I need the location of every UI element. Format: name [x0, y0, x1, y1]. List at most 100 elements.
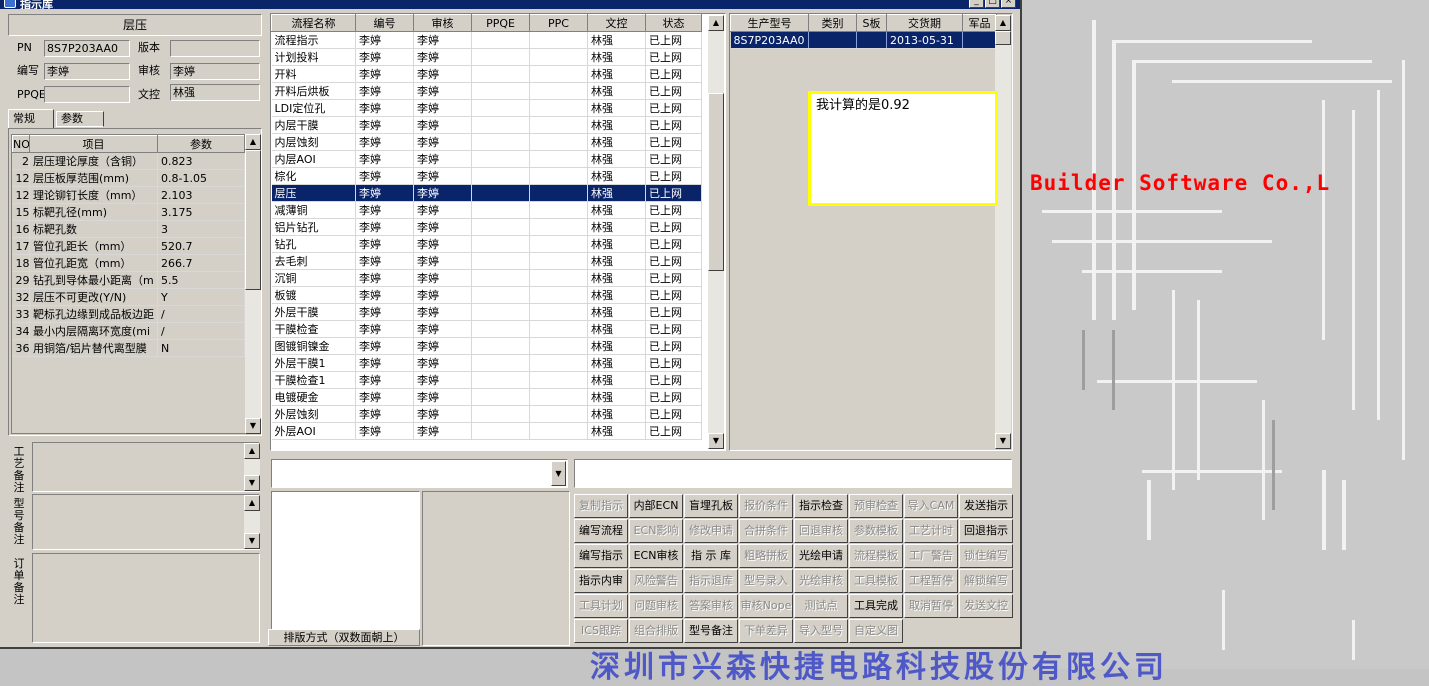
- process-row[interactable]: LDI定位孔 李婷 李婷 林强 已上网: [271, 99, 702, 117]
- order-note-field[interactable]: [32, 553, 260, 643]
- scroll-down-icon[interactable]: ▼: [244, 533, 260, 549]
- action-button[interactable]: 指 示 库: [684, 544, 738, 568]
- action-button[interactable]: 指示检查: [794, 494, 848, 518]
- scroll-down-icon[interactable]: ▼: [244, 475, 260, 491]
- tab-params[interactable]: 参数: [56, 111, 104, 127]
- combo-right[interactable]: [574, 459, 1012, 488]
- action-button[interactable]: 型号录入: [739, 569, 793, 593]
- param-row[interactable]: 16 标靶孔数 3: [12, 220, 245, 238]
- production-col-header[interactable]: 生产型号: [730, 14, 809, 32]
- process-col-header[interactable]: 编号: [355, 14, 414, 32]
- process-row[interactable]: 外层蚀刻 李婷 李婷 林强 已上网: [271, 405, 702, 423]
- action-button[interactable]: 风险警告: [629, 569, 683, 593]
- param-row[interactable]: 17 管位孔距长（mm） 520.7: [12, 237, 245, 255]
- process-row[interactable]: 计划投料 李婷 李婷 林强 已上网: [271, 48, 702, 66]
- process-row[interactable]: 干膜检查1 李婷 李婷 林强 已上网: [271, 371, 702, 389]
- process-row[interactable]: 板镀 李婷 李婷 林强 已上网: [271, 286, 702, 304]
- scroll-thumb[interactable]: [245, 150, 261, 290]
- scroll-up-icon[interactable]: ▲: [244, 443, 260, 459]
- action-button[interactable]: 编写指示: [574, 544, 628, 568]
- close-button[interactable]: ×: [1001, 0, 1016, 8]
- action-button[interactable]: 问题审核: [629, 594, 683, 618]
- param-row[interactable]: 33 靶标孔边缘到成品板边距 /: [12, 305, 245, 323]
- action-button[interactable]: 盲埋孔板: [684, 494, 738, 518]
- maximize-button[interactable]: □: [985, 0, 1000, 8]
- action-button[interactable]: 自定义图: [849, 619, 903, 643]
- action-button[interactable]: 预审检查: [849, 494, 903, 518]
- doc-control-field[interactable]: 林强: [170, 84, 260, 101]
- action-button[interactable]: 导入型号: [794, 619, 848, 643]
- model-note-field[interactable]: [32, 494, 260, 550]
- action-button[interactable]: 修改申请: [684, 519, 738, 543]
- process-row[interactable]: 内层蚀刻 李婷 李婷 林强 已上网: [271, 133, 702, 151]
- action-button[interactable]: 导入CAM: [904, 494, 958, 518]
- action-button[interactable]: ECN影响: [629, 519, 683, 543]
- scroll-down-icon[interactable]: ▼: [708, 433, 724, 449]
- action-button[interactable]: 工艺计时: [904, 519, 958, 543]
- action-button[interactable]: 参数模板: [849, 519, 903, 543]
- process-row[interactable]: 图镀铜镍金 李婷 李婷 林强 已上网: [271, 337, 702, 355]
- action-button[interactable]: 下单差异: [739, 619, 793, 643]
- process-col-header[interactable]: PPC: [529, 14, 588, 32]
- production-col-header[interactable]: 类别: [808, 14, 857, 32]
- process-row[interactable]: 开料 李婷 李婷 林强 已上网: [271, 65, 702, 83]
- process-row[interactable]: 内层AOI 李婷 李婷 林强 已上网: [271, 150, 702, 168]
- action-button[interactable]: ECN审核: [629, 544, 683, 568]
- action-button[interactable]: 工具完成: [849, 594, 903, 618]
- production-scrollbar[interactable]: ▲ ▼: [995, 15, 1011, 449]
- param-row[interactable]: 12 层压板厚范围(mm) 0.8-1.05: [12, 169, 245, 187]
- action-button[interactable]: 组合排版: [629, 619, 683, 643]
- param-row[interactable]: 18 管位孔距宽（mm） 266.7: [12, 254, 245, 272]
- process-row[interactable]: 开料后烘板 李婷 李婷 林强 已上网: [271, 82, 702, 100]
- action-button[interactable]: 报价条件: [739, 494, 793, 518]
- process-note-field[interactable]: [32, 442, 260, 492]
- note-popup[interactable]: 我计算的是0.92: [808, 91, 998, 206]
- process-row[interactable]: 外层干膜1 李婷 李婷 林强 已上网: [271, 354, 702, 372]
- production-col-header[interactable]: 军品: [962, 14, 997, 32]
- action-button[interactable]: 回退指示: [959, 519, 1013, 543]
- param-row[interactable]: 2 层压理论厚度（含铜） 0.823: [12, 152, 245, 170]
- dropdown-arrow-icon[interactable]: ▼: [551, 461, 566, 486]
- action-button[interactable]: 解锁编写: [959, 569, 1013, 593]
- action-button[interactable]: 工具模板: [849, 569, 903, 593]
- process-col-header[interactable]: PPQE: [471, 14, 530, 32]
- process-note-scrollbar[interactable]: ▲ ▼: [244, 443, 260, 491]
- action-button[interactable]: 复制指示: [574, 494, 628, 518]
- action-button[interactable]: 指示退库: [684, 569, 738, 593]
- process-row[interactable]: 减薄铜 李婷 李婷 林强 已上网: [271, 201, 702, 219]
- param-row[interactable]: 32 层压不可更改(Y/N) Y: [12, 288, 245, 306]
- param-row[interactable]: 36 用铜箔/铝片替代离型膜 N: [12, 339, 245, 357]
- col-item[interactable]: 项目: [29, 135, 158, 153]
- model-note-scrollbar[interactable]: ▲ ▼: [244, 495, 260, 549]
- action-button[interactable]: 锁住编写: [959, 544, 1013, 568]
- version-field[interactable]: [170, 40, 260, 57]
- reviewer-field[interactable]: 李婷: [170, 63, 260, 80]
- production-col-header[interactable]: S板: [856, 14, 887, 32]
- param-row[interactable]: 15 标靶孔径(mm) 3.175: [12, 203, 245, 221]
- action-button[interactable]: 编写流程: [574, 519, 628, 543]
- process-scrollbar[interactable]: ▲ ▼: [708, 15, 724, 449]
- action-button[interactable]: 光绘申请: [794, 544, 848, 568]
- scroll-up-icon[interactable]: ▲: [244, 495, 260, 511]
- action-button[interactable]: 答案审核: [684, 594, 738, 618]
- process-col-header[interactable]: 状态: [645, 14, 702, 32]
- action-button[interactable]: 取消暂停: [904, 594, 958, 618]
- process-row[interactable]: 外层AOI 李婷 李婷 林强 已上网: [271, 422, 702, 440]
- action-button[interactable]: 指示内审: [574, 569, 628, 593]
- action-button[interactable]: 内部ECN: [629, 494, 683, 518]
- params-scrollbar[interactable]: ▲ ▼: [245, 134, 261, 434]
- process-row[interactable]: 层压 李婷 李婷 林强 已上网: [271, 184, 702, 202]
- scroll-up-icon[interactable]: ▲: [245, 134, 261, 150]
- ppqe-field[interactable]: [44, 86, 130, 103]
- process-row[interactable]: 沉铜 李婷 李婷 林强 已上网: [271, 269, 702, 287]
- action-button[interactable]: 流程模板: [849, 544, 903, 568]
- action-button[interactable]: 工厂警告: [904, 544, 958, 568]
- action-button[interactable]: 光绘审核: [794, 569, 848, 593]
- action-button[interactable]: 合拼条件: [739, 519, 793, 543]
- process-row[interactable]: 干膜检查 李婷 李婷 林强 已上网: [271, 320, 702, 338]
- process-row[interactable]: 棕化 李婷 李婷 林强 已上网: [271, 167, 702, 185]
- action-button[interactable]: 工程暂停: [904, 569, 958, 593]
- action-button[interactable]: 发送文控: [959, 594, 1013, 618]
- action-button[interactable]: 测试点: [794, 594, 848, 618]
- process-row[interactable]: 铝片钻孔 李婷 李婷 林强 已上网: [271, 218, 702, 236]
